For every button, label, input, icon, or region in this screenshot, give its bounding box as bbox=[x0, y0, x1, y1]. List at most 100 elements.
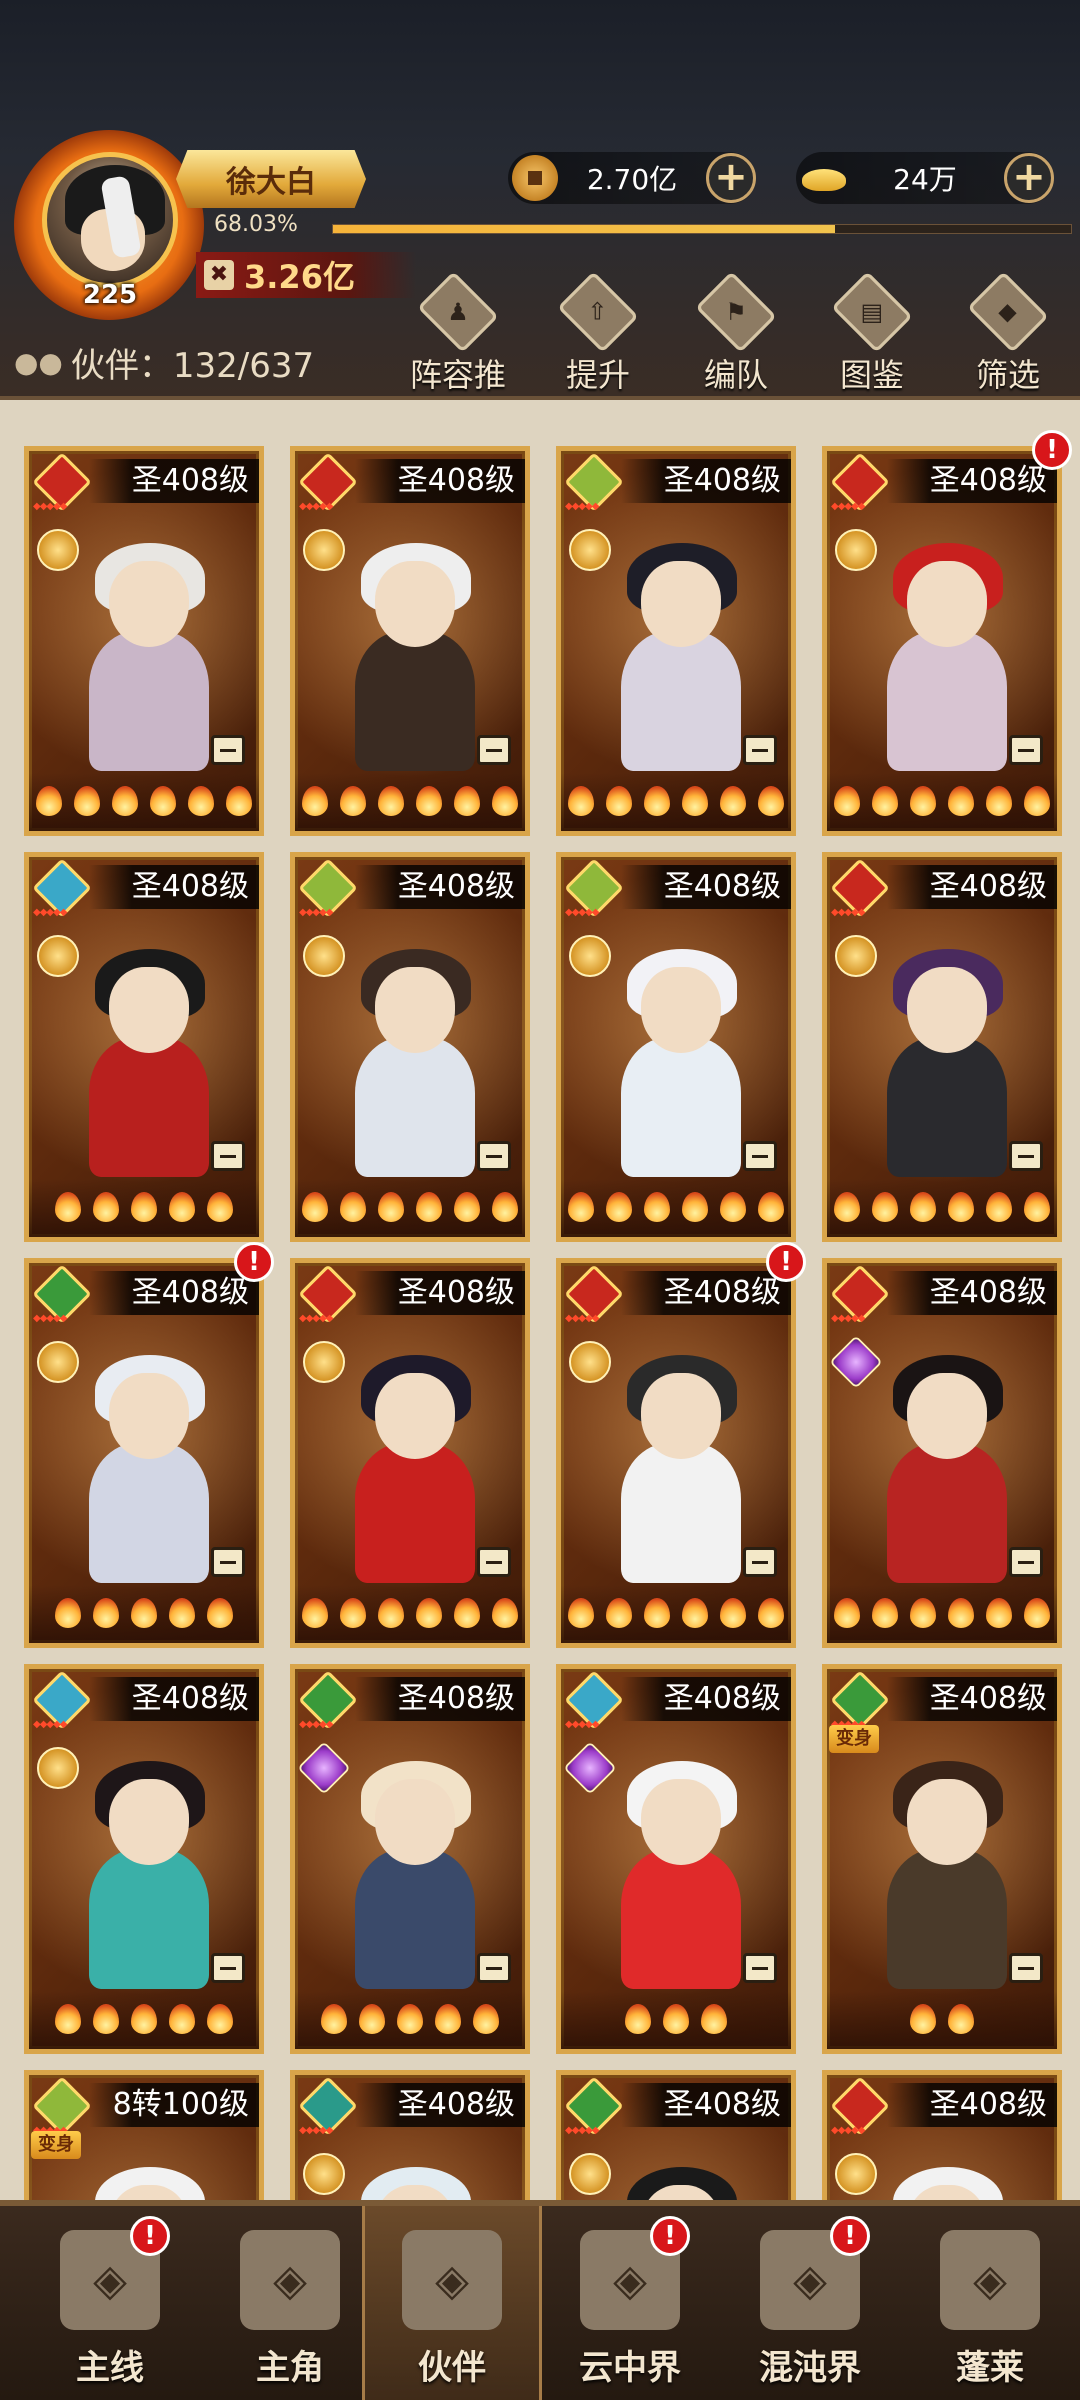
awakening-flames bbox=[827, 1179, 1057, 1237]
flame-icon bbox=[374, 782, 408, 822]
flame-icon bbox=[89, 2000, 123, 2040]
add-copper-button[interactable]: + bbox=[706, 153, 756, 203]
combat-power-icon: ✖ bbox=[204, 260, 234, 290]
partner-card[interactable]: 圣408级 ◆◆◆◆◆ bbox=[290, 1258, 530, 1648]
equipment-icon bbox=[211, 735, 245, 765]
flame-icon bbox=[944, 2000, 978, 2040]
partner-card[interactable]: 圣408级 ◆◆◆◆◆ bbox=[24, 446, 264, 836]
upgrade-button[interactable]: ⇧ 提升 bbox=[538, 271, 658, 394]
gold-class-icon bbox=[303, 2153, 345, 2195]
flame-icon bbox=[982, 1188, 1016, 1228]
flame-icon bbox=[412, 782, 446, 822]
rank-stars: ◆◆◆◆◆ bbox=[33, 1313, 67, 1324]
flame-icon bbox=[51, 2000, 85, 2040]
nav-tab-cloud-realm[interactable]: ◈ 云中界! bbox=[540, 2206, 720, 2400]
partner-card[interactable]: 圣408级 ◆◆◆◆◆ bbox=[822, 852, 1062, 1242]
gold-amount: 24万 bbox=[893, 163, 957, 196]
flame-icon bbox=[640, 1188, 674, 1228]
flame-icon bbox=[564, 782, 598, 822]
awakening-flames bbox=[561, 773, 791, 831]
rank-stars: ◆◆◆◆◆ bbox=[565, 907, 599, 918]
rank-stars: ◆◆◆◆◆ bbox=[33, 501, 67, 512]
equipment-icon bbox=[477, 735, 511, 765]
partner-level: 圣408级 bbox=[355, 459, 525, 503]
flame-icon bbox=[374, 1188, 408, 1228]
nav-tab-main-quest[interactable]: ◈ 主线! bbox=[20, 2206, 200, 2400]
flame-icon bbox=[336, 1594, 370, 1634]
copper-coin-icon bbox=[512, 155, 558, 201]
equipment-icon bbox=[1009, 1547, 1043, 1577]
partner-portrait bbox=[325, 1739, 505, 1989]
filter-button[interactable]: ◆ 筛选 bbox=[948, 271, 1068, 394]
flame-icon bbox=[944, 782, 978, 822]
toolbar-label: 编队 bbox=[703, 356, 768, 394]
codex-button[interactable]: ▤ 图鉴 bbox=[812, 271, 932, 394]
upgrade-icon: ⇧ bbox=[557, 271, 639, 353]
flame-icon bbox=[336, 782, 370, 822]
flame-icon bbox=[754, 1188, 788, 1228]
flame-icon bbox=[165, 2000, 199, 2040]
partner-card[interactable]: 圣408级 ◆◆◆◆◆ bbox=[24, 1258, 264, 1648]
gold-class-icon bbox=[569, 2153, 611, 2195]
gold-class-icon bbox=[835, 935, 877, 977]
partner-card[interactable]: 圣408级 ◆◆◆◆◆ bbox=[290, 2070, 530, 2200]
flame-icon bbox=[1020, 1188, 1054, 1228]
flame-icon bbox=[868, 782, 902, 822]
partner-portrait bbox=[857, 2145, 1037, 2200]
gold-class-icon bbox=[303, 529, 345, 571]
partner-card[interactable]: 圣408级 ◆◆◆◆◆ bbox=[290, 446, 530, 836]
flame-icon bbox=[640, 782, 674, 822]
partner-card[interactable]: 圣408级 ◆◆◆◆◆ bbox=[24, 1664, 264, 2054]
flame-icon bbox=[906, 2000, 940, 2040]
combat-power-value: 3.26亿 bbox=[244, 258, 355, 296]
partner-portrait bbox=[325, 2145, 505, 2200]
partner-card[interactable]: 圣408级 ◆◆◆◆◆ bbox=[822, 2070, 1062, 2200]
flame-icon bbox=[51, 1594, 85, 1634]
rank-stars: ◆◆◆◆◆ bbox=[299, 2125, 333, 2136]
partner-card[interactable]: 圣408级 ◆◆◆◆◆ bbox=[822, 446, 1062, 836]
partner-card[interactable]: 圣408级 ◆◆◆◆◆ bbox=[556, 446, 796, 836]
partner-card[interactable]: 圣408级 ◆◆◆◆◆ bbox=[290, 852, 530, 1242]
partner-count: ●● 伙伴：132/637 bbox=[14, 338, 314, 387]
nav-tab-hero[interactable]: ◈ 主角 bbox=[200, 2206, 380, 2400]
partner-card[interactable]: 圣408级 ◆◆◆◆◆ bbox=[556, 852, 796, 1242]
player-avatar[interactable]: 225 bbox=[14, 130, 204, 320]
flame-icon bbox=[317, 2000, 351, 2040]
flame-icon bbox=[165, 1594, 199, 1634]
flame-icon bbox=[298, 782, 332, 822]
partner-portrait bbox=[857, 1333, 1037, 1583]
flame-icon bbox=[982, 1594, 1016, 1634]
add-gold-button[interactable]: + bbox=[1004, 153, 1054, 203]
partner-card[interactable]: 8转100级◆◆◆◆◆变身 bbox=[24, 2070, 264, 2200]
transform-tag: 变身 bbox=[829, 1725, 879, 1753]
equipment-icon bbox=[477, 1953, 511, 1983]
partner-portrait bbox=[59, 521, 239, 771]
team-button[interactable]: ⚑ 编队 bbox=[676, 271, 796, 394]
nav-tab-chaos-realm[interactable]: ◈ 混沌界! bbox=[720, 2206, 900, 2400]
flame-icon bbox=[450, 1594, 484, 1634]
partner-card[interactable]: 圣408级 ◆◆◆◆◆ bbox=[556, 2070, 796, 2200]
flame-icon bbox=[89, 1594, 123, 1634]
awakening-flames bbox=[295, 1585, 525, 1643]
nav-tab-partner[interactable]: ◈ 伙伴 bbox=[362, 2206, 542, 2400]
formation-recommend-button[interactable]: ♟ 阵容推荐 bbox=[398, 271, 518, 440]
gold-class-icon bbox=[835, 529, 877, 571]
partner-card[interactable]: 圣408级 ◆◆◆◆◆ bbox=[556, 1664, 796, 2054]
flame-icon bbox=[146, 782, 180, 822]
partner-card[interactable]: 圣408级 ◆◆◆◆◆ bbox=[290, 1664, 530, 2054]
partner-card[interactable]: 圣408级 ◆◆◆◆◆ bbox=[822, 1258, 1062, 1648]
partner-level: 圣408级 bbox=[887, 2083, 1057, 2127]
exp-percent: 68.03% bbox=[214, 212, 298, 237]
partner-card[interactable]: 圣408级◆◆◆◆◆变身 bbox=[822, 1664, 1062, 2054]
nav-tab-penglai[interactable]: ◈ 蓬莱 bbox=[900, 2206, 1080, 2400]
top-header: 225 徐大白 68.03% ✖ 3.26亿 2.70亿 + 24万 + ●● … bbox=[0, 0, 1080, 440]
partner-portrait bbox=[325, 1333, 505, 1583]
partner-icon: ◈ bbox=[402, 2230, 502, 2330]
partner-card[interactable]: 圣408级 ◆◆◆◆◆ bbox=[24, 852, 264, 1242]
flame-icon bbox=[754, 1594, 788, 1634]
equipment-icon bbox=[1009, 735, 1043, 765]
partner-card[interactable]: 圣408级 ◆◆◆◆◆ bbox=[556, 1258, 796, 1648]
rank-stars: ◆◆◆◆◆ bbox=[299, 501, 333, 512]
partner-portrait bbox=[857, 927, 1037, 1177]
copper-currency: 2.70亿 + bbox=[508, 152, 756, 204]
